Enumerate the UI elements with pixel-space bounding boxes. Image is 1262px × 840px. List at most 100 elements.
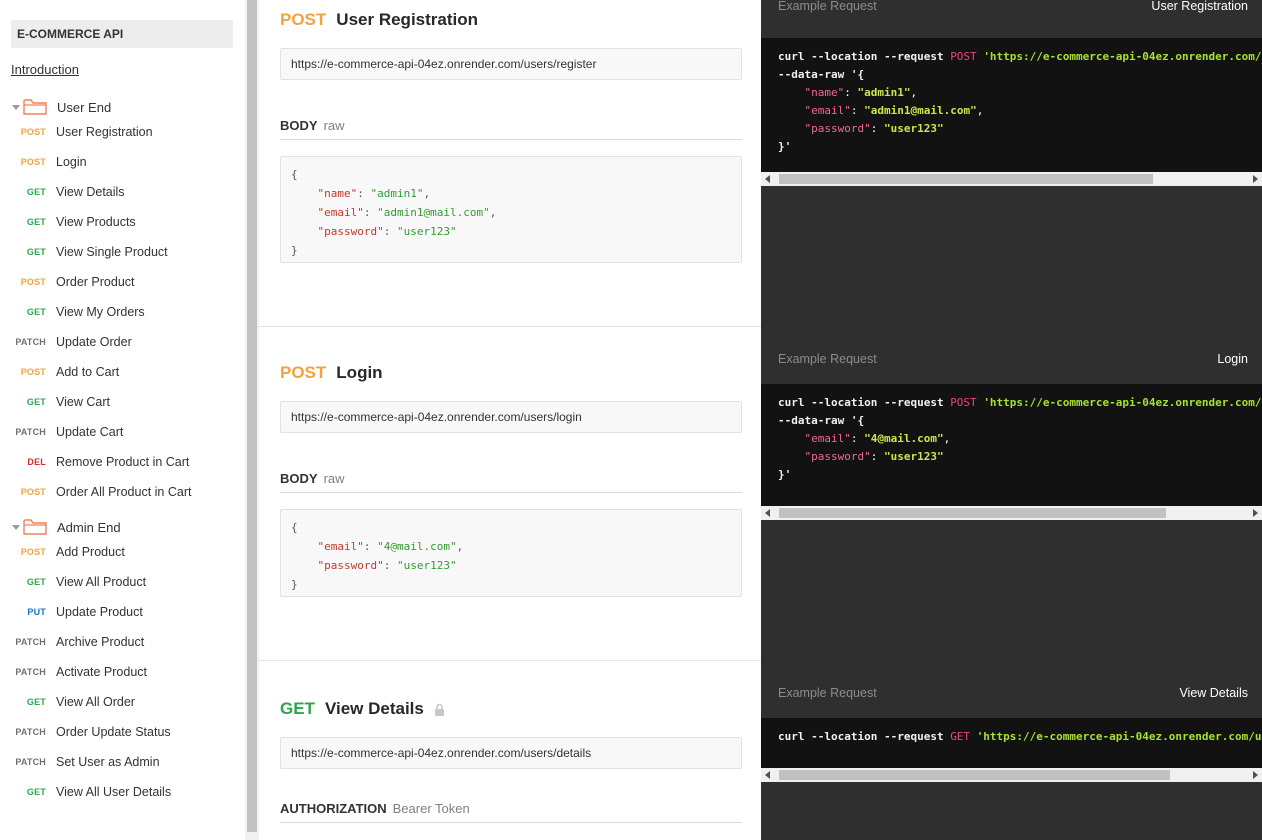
request-heading: GET View Details [280,699,445,719]
method-badge: GET [26,307,46,317]
sidebar-request-item[interactable]: PATCH Activate Product [0,661,240,683]
method-badge: GET [26,697,46,707]
sidebar-request-item[interactable]: GET View Single Product [0,241,240,263]
scroll-left-arrow-icon[interactable] [765,771,770,779]
example-name: Login [1217,352,1248,366]
folder-admin-end[interactable]: Admin End [11,517,121,537]
sidebar-item-label: View All Order [56,695,135,709]
authorization-label: AUTHORIZATION Bearer Token [280,801,742,823]
curl-data-flag: --data-raw '{ [778,68,865,81]
documentation-pane: POST User Registration https://e-commerc… [259,0,761,840]
request-url[interactable]: https://e-commerce-api-04ez.onrender.com… [280,48,742,80]
sidebar-request-item[interactable]: POST Login [0,151,240,173]
sidebar-request-item[interactable]: DEL Remove Product in Cart [0,451,240,473]
sidebar-request-item[interactable]: PATCH Order Update Status [0,721,240,743]
scroll-thumb[interactable] [779,174,1153,184]
json-brace: } [291,244,298,257]
json-value: "4@mail.com" [377,540,457,553]
method-badge: GET [26,577,46,587]
sidebar-request-item[interactable]: GET View All Product [0,571,240,593]
method-badge: PATCH [15,637,46,647]
sidebar-item-label: View Details [56,185,125,199]
sidebar-item-label: Add Product [56,545,125,559]
curl-command: curl --location --request [778,730,951,743]
curl-json-value: "4@mail.com" [864,432,944,445]
curl-url: 'https://e-commerce-api-04ez.onrender.co… [983,50,1262,63]
sidebar-item-label: Order All Product in Cart [56,485,192,499]
code-hscrollbar[interactable] [761,768,1262,782]
scroll-right-arrow-icon[interactable] [1253,509,1258,517]
caret-down-icon[interactable] [11,102,21,112]
folder-user-end[interactable]: User End [11,97,111,117]
sidebar-request-item[interactable]: PATCH Update Cart [0,421,240,443]
method-badge: PATCH [15,427,46,437]
code-hscrollbar[interactable] [761,506,1262,520]
caret-down-icon[interactable] [11,522,21,532]
curl-json-key: "password" [804,450,871,463]
request-heading: POST Login [280,363,383,383]
curl-json-key: "email" [804,104,851,117]
request-name: View Details [324,699,424,718]
scroll-right-arrow-icon[interactable] [1253,771,1258,779]
sidebar-request-item[interactable]: POST User Registration [0,121,240,143]
sidebar-request-item[interactable]: GET View Products [0,211,240,233]
sidebar-request-item[interactable]: PATCH Set User as Admin [0,751,240,773]
curl-url: 'https://e-commerce-api-04ez.onrender.co… [983,396,1262,409]
scroll-left-arrow-icon[interactable] [765,175,770,183]
json-key: "name" [317,187,358,200]
json-brace: } [291,578,298,591]
request-url[interactable]: https://e-commerce-api-04ez.onrender.com… [280,401,742,433]
sidebar-request-item[interactable]: GET View Cart [0,391,240,413]
method-badge: DEL [27,457,46,467]
auth-title: AUTHORIZATION [280,801,387,816]
json-key: "email" [317,540,364,553]
sidebar-request-item[interactable]: GET View Details [0,181,240,203]
sidebar-request-item[interactable]: POST Add to Cart [0,361,240,383]
json-value: "user123" [396,225,457,238]
scroll-thumb[interactable] [779,508,1166,518]
sidebar-request-item[interactable]: PUT Update Product [0,601,240,623]
json-value: "user123" [396,559,457,572]
code-hscrollbar[interactable] [761,172,1262,186]
sidebar-request-item[interactable]: PATCH Update Order [0,331,240,353]
curl-json-key: "email" [804,432,851,445]
scroll-right-arrow-icon[interactable] [1253,175,1258,183]
sidebar-request-item[interactable]: PATCH Archive Product [0,631,240,653]
folder-label: User End [57,99,112,115]
method-badge: PATCH [15,727,46,737]
sidebar-item-label: Order Product [56,275,135,289]
json-key: "password" [317,225,384,238]
introduction-link[interactable]: Introduction [11,62,79,77]
sidebar-request-item[interactable]: POST Add Product [0,541,240,563]
sidebar-item-label: Order Update Status [56,725,171,739]
sidebar-item-label: View All Product [56,575,147,589]
request-heading: POST User Registration [280,10,478,30]
curl-command: curl --location --request [778,50,951,63]
body-type: raw [323,471,345,486]
sidebar-request-item[interactable]: GET View All Order [0,691,240,713]
curl-json-value: "admin1@mail.com" [864,104,977,117]
sidebar-request-item[interactable]: POST Order Product [0,271,240,293]
request-method: POST [280,10,327,29]
curl-json-key: "password" [804,122,871,135]
sidebar-request-item[interactable]: POST Order All Product in Cart [0,481,240,503]
sidebar-scrollbar-thumb[interactable] [247,0,257,832]
example-name: User Registration [1151,0,1248,13]
sidebar-item-label: Remove Product in Cart [56,455,190,469]
example-label: Example Request [778,352,877,366]
body-code: { "name": "admin1", "email": "admin1@mai… [280,156,742,263]
sidebar-scrollbar[interactable] [245,0,259,840]
method-badge: PUT [27,607,46,617]
request-url[interactable]: https://e-commerce-api-04ez.onrender.com… [280,737,742,769]
curl-url: 'https://e-commerce-api-04ez.onrender.co… [976,730,1262,743]
scroll-thumb[interactable] [779,770,1170,780]
sidebar-item-label: View My Orders [56,305,145,319]
curl-command: curl --location --request [778,396,951,409]
sidebar: E-COMMERCE API Introduction User End POS… [0,0,245,840]
body-label: BODY raw [280,118,742,140]
sidebar-request-item[interactable]: GET View My Orders [0,301,240,323]
section-divider [259,326,761,327]
method-badge: PATCH [15,667,46,677]
sidebar-request-item[interactable]: GET View All User Details [0,781,240,803]
scroll-left-arrow-icon[interactable] [765,509,770,517]
